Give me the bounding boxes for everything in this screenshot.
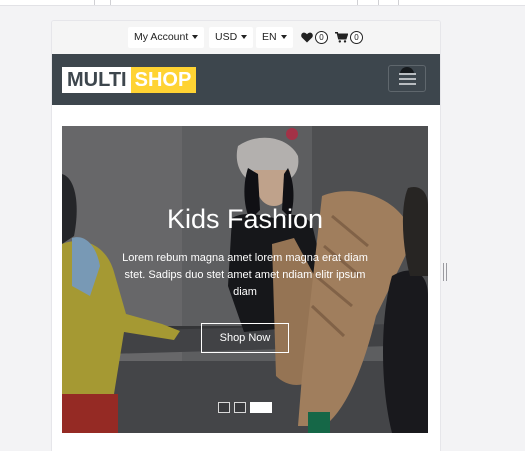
chevron-down-icon xyxy=(280,35,287,40)
resize-handle[interactable] xyxy=(443,263,447,281)
carousel-indicator-active[interactable] xyxy=(250,402,272,413)
navbar-toggler-button[interactable] xyxy=(388,65,426,92)
logo-text-shop: SHOP xyxy=(130,67,197,93)
carousel-caption: Kids Fashion Lorem rebum magna amet lore… xyxy=(62,126,428,433)
language-dropdown[interactable]: EN xyxy=(256,27,293,48)
navbar: MULTI SHOP xyxy=(52,54,440,105)
browser-ruler xyxy=(0,0,525,6)
my-account-label: My Account xyxy=(134,31,189,43)
site-logo[interactable]: MULTI SHOP xyxy=(62,67,197,93)
shop-now-button[interactable]: Shop Now xyxy=(201,323,289,353)
carousel-indicator[interactable] xyxy=(234,402,246,413)
cart-count-badge: 0 xyxy=(350,30,363,44)
heart-icon xyxy=(301,32,313,42)
chevron-down-icon xyxy=(241,35,248,40)
cart-icon xyxy=(335,31,348,43)
top-bar: My Account USD EN 0 0 xyxy=(52,21,440,54)
my-account-dropdown[interactable]: My Account xyxy=(128,27,205,48)
language-label: EN xyxy=(262,31,277,43)
wishlist-link[interactable]: 0 xyxy=(301,30,328,44)
currency-dropdown[interactable]: USD xyxy=(209,27,254,48)
wishlist-count-badge: 0 xyxy=(315,30,328,44)
logo-text-multi: MULTI xyxy=(62,67,131,93)
hero-carousel[interactable]: Kids Fashion Lorem rebum magna amet lore… xyxy=(62,126,428,433)
slide-title: Kids Fashion xyxy=(166,204,324,234)
cart-link[interactable]: 0 xyxy=(335,30,363,44)
chevron-down-icon xyxy=(192,35,199,40)
slide-description: Lorem rebum magna amet lorem magna erat … xyxy=(122,252,368,298)
currency-label: USD xyxy=(215,31,238,43)
mobile-page-frame: My Account USD EN 0 0 MULTI SHOP Kids Fa… xyxy=(51,20,441,451)
carousel-indicator[interactable] xyxy=(218,402,230,413)
